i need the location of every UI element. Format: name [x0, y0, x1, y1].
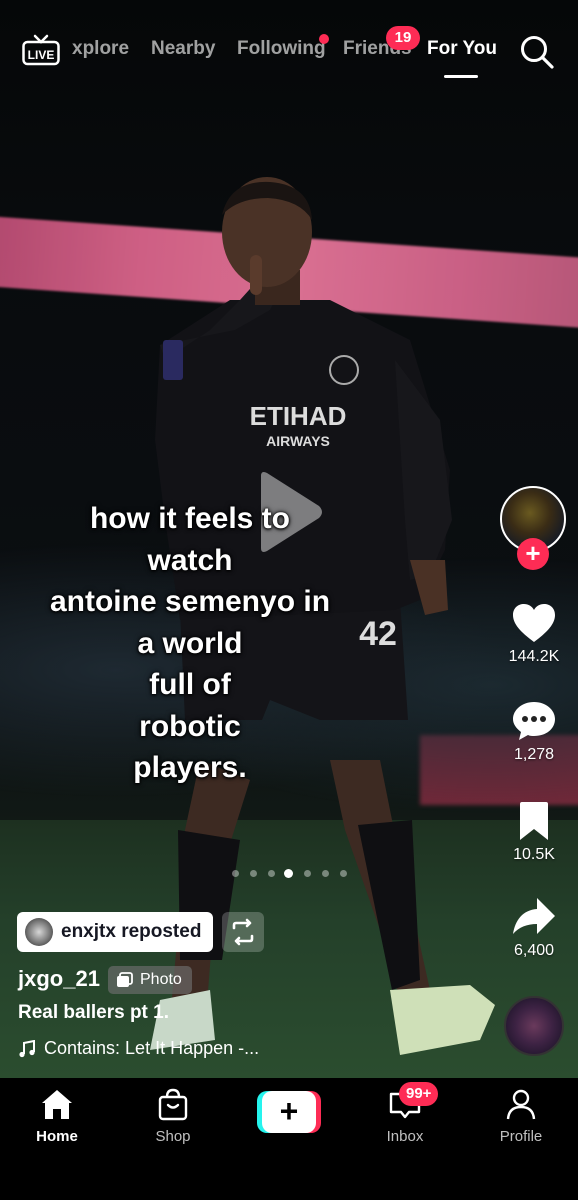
reposter-avatar	[25, 918, 53, 946]
music-disc[interactable]	[504, 996, 564, 1056]
follow-button[interactable]: +	[517, 538, 549, 570]
carousel-dot	[304, 870, 311, 877]
share-count: 6,400	[513, 942, 555, 959]
svg-text:42: 42	[359, 615, 397, 653]
carousel-dot	[250, 870, 257, 877]
comment-count: 1,278	[513, 746, 555, 763]
carousel-indicator	[228, 866, 352, 880]
active-tab-underline	[444, 75, 478, 78]
following-new-dot	[319, 34, 329, 44]
friends-badge: 19	[386, 26, 420, 50]
search-icon[interactable]	[518, 33, 556, 71]
repost-chip[interactable]: enxjtx reposted	[17, 912, 214, 952]
tab-following[interactable]: Following	[237, 38, 326, 60]
comment-button[interactable]: 1,278	[496, 700, 572, 764]
music-info[interactable]: Contains: Let It Happen -...	[18, 1038, 259, 1059]
svg-text:ETIHAD: ETIHAD	[250, 401, 347, 431]
like-count: 144.2K	[508, 648, 560, 665]
carousel-dot	[322, 870, 329, 877]
creator-username[interactable]: jxgo_21	[18, 966, 100, 992]
post-caption-overlay: how it feels to watch antoine semenyo in…	[49, 502, 331, 784]
carousel-dot-active	[284, 869, 293, 878]
music-title: Contains: Let It Happen -...	[44, 1038, 260, 1058]
carousel-dot	[268, 870, 275, 877]
favorite-button[interactable]: 10.5K	[496, 800, 572, 864]
tab-profile-label: Profile	[499, 1128, 543, 1145]
tab-inbox-label: Inbox	[386, 1128, 424, 1145]
photo-icon	[117, 972, 133, 987]
tab-home-label: Home	[36, 1128, 78, 1145]
tab-explore[interactable]: xplore	[72, 38, 129, 60]
svg-text:AIRWAYS: AIRWAYS	[266, 433, 330, 449]
photo-badge-label: Photo	[140, 971, 182, 988]
tab-shop-label: Shop	[155, 1128, 191, 1145]
photo-badge: Photo	[108, 966, 192, 994]
top-navigation: LIVE xplore Nearby Following Friends 19 …	[0, 22, 578, 82]
post-description[interactable]: Real ballers pt 1.	[18, 1002, 169, 1024]
repost-button[interactable]	[222, 912, 264, 952]
favorite-count: 10.5K	[513, 846, 555, 863]
like-button[interactable]: 144.2K	[496, 602, 572, 666]
music-note-icon	[19, 1039, 35, 1057]
tab-home[interactable]: Home	[12, 1086, 102, 1145]
live-label: LIVE	[28, 48, 55, 62]
bookmark-icon	[520, 802, 548, 840]
bottom-tab-bar: Home Shop + Inbox 99+ Profile	[0, 1078, 578, 1200]
carousel-dot	[232, 870, 239, 877]
home-icon	[42, 1090, 72, 1119]
shopping-bag-icon	[158, 1088, 188, 1121]
profile-icon	[506, 1089, 536, 1120]
heart-icon	[513, 604, 555, 642]
carousel-dot	[340, 870, 347, 877]
comment-icon	[513, 702, 555, 740]
inbox-badge: 99+	[399, 1082, 439, 1106]
create-button[interactable]: +	[257, 1091, 321, 1133]
plus-icon: +	[262, 1091, 316, 1133]
share-arrow-icon	[513, 898, 555, 934]
share-button[interactable]: 6,400	[496, 896, 572, 960]
repost-icon	[232, 918, 254, 946]
repost-label: enxjtx reposted	[61, 921, 202, 942]
tab-nearby[interactable]: Nearby	[151, 38, 215, 60]
tab-for-you[interactable]: For You	[427, 38, 497, 60]
tab-shop[interactable]: Shop	[128, 1086, 218, 1145]
tab-profile[interactable]: Profile	[476, 1086, 566, 1145]
live-icon[interactable]: LIVE	[22, 34, 60, 66]
